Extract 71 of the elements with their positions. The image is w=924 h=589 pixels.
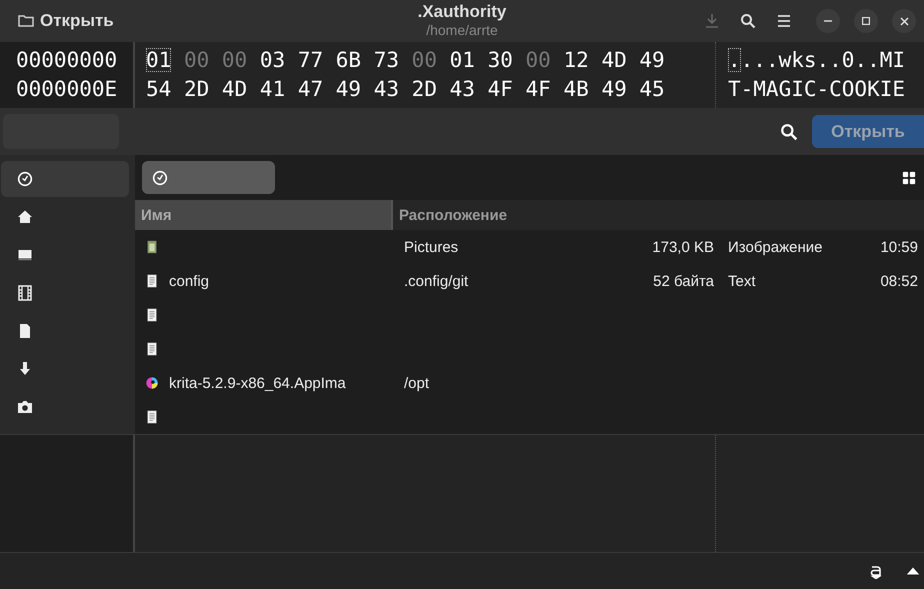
hex-byte[interactable]: 4D [222,77,248,101]
film-icon [17,285,33,301]
hex-byte[interactable]: 49 [639,48,665,72]
close-button[interactable] [892,9,916,33]
recent-icon [17,171,33,187]
search-icon [740,13,756,29]
column-header[interactable]: Расположение [391,200,924,230]
menu-icon [776,13,792,29]
file-type: Изображение [728,238,822,256]
home-icon [17,209,33,225]
file-modified: 08:52 [880,272,918,290]
column-header[interactable]: Имя [135,200,391,230]
close-icon [900,16,908,26]
hex-byte[interactable]: 4F [488,77,513,101]
document-icon [17,323,33,339]
file-type: Text [728,272,756,290]
text-file-icon [145,341,159,357]
offset-label: 0000000E [16,76,118,103]
download-icon [704,13,720,29]
file-location: /opt [404,374,430,392]
hex-byte[interactable]: 01 [146,48,172,72]
file-location: Pictures [404,238,458,256]
hex-byte[interactable]: 03 [260,48,286,72]
ascii-text: ....wks..0..MI [728,47,906,74]
minimize-button[interactable] [816,9,840,33]
hex-byte[interactable]: 77 [298,48,324,72]
hex-byte[interactable]: 6B [336,48,362,72]
file-modified: 10:59 [880,238,918,256]
hex-byte[interactable]: 30 [488,48,513,72]
camera-icon [17,399,33,415]
hex-byte[interactable]: 43 [450,77,475,101]
insert-mode-icon [868,563,884,579]
file-size: 173,0 KB [652,238,714,256]
download-icon [17,361,33,377]
file-size: 52 байта [653,272,714,290]
hex-byte[interactable]: 47 [298,77,324,101]
hex-byte[interactable]: 4D [601,48,627,72]
maximize-button[interactable] [854,9,878,33]
open-button[interactable]: Открыть [12,5,120,37]
text-file-icon [145,307,159,323]
recent-icon [152,170,168,186]
window-subtitle: /home/arrte [426,22,498,38]
maximize-icon [862,17,870,25]
hex-byte[interactable]: 41 [260,77,286,101]
ascii-text: T-MAGIC-COOKIE [728,76,906,103]
desktop-icon [17,247,33,263]
file-name: krita-5.2.9-x86_64.AppIma [169,374,346,392]
hex-byte[interactable]: 49 [336,77,362,101]
hex-byte[interactable]: 01 [450,48,475,72]
minimize-icon [824,20,832,22]
hex-byte[interactable]: 12 [563,48,589,72]
hex-byte[interactable]: 4B [563,77,589,101]
hex-byte[interactable]: 54 [146,77,172,101]
hex-byte[interactable]: 49 [601,77,627,101]
hex-byte[interactable]: 4F [526,77,551,101]
hex-byte[interactable]: 2D [412,77,437,101]
file-location: .config/git [404,272,468,290]
file-name: config [169,272,210,290]
app-icon [145,375,159,391]
hex-byte[interactable]: 45 [639,77,665,101]
grid-view-icon[interactable] [902,170,916,184]
window-title: .Xauthority [418,2,506,22]
text-file-icon [145,273,159,289]
image-file-icon [145,239,159,255]
text-file-icon [145,409,159,425]
offset-label: 00000000 [16,47,118,74]
hex-byte[interactable]: 43 [374,77,400,101]
folder-icon [18,13,34,29]
search-icon[interactable] [780,122,798,140]
hex-byte[interactable]: 2D [184,77,210,101]
hex-byte[interactable]: 73 [374,48,400,72]
